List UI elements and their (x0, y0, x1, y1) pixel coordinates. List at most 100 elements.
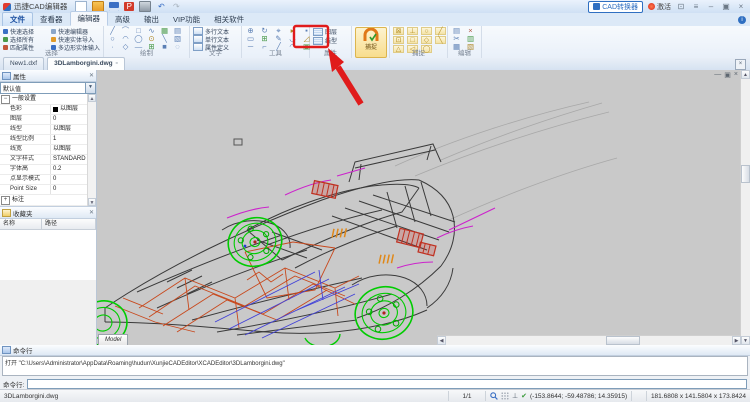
prop-row-color[interactable]: 色彩以图层 (0, 105, 88, 115)
menu-icon[interactable]: ≡ (691, 1, 701, 12)
polygon-entity-input-icon (51, 45, 56, 50)
doc-tab-close-icon[interactable]: ▫ (116, 59, 118, 69)
selection-grip[interactable] (234, 139, 242, 145)
doc-tab-new1[interactable]: New1.dxf (3, 57, 44, 70)
prop-row-textstyle[interactable]: 文字样式STANDARD (0, 155, 88, 165)
snap-toggle-button[interactable]: 捕捉 (355, 27, 387, 58)
preset-dropdown[interactable]: 默认值 ▼ (0, 82, 96, 94)
tab-viewer[interactable]: 查看器 (33, 13, 70, 26)
grid-toggle-icon[interactable] (501, 392, 509, 400)
scroll-down-icon[interactable]: ▼ (741, 336, 750, 345)
command-log-line: 打开 "C:\Users\Administrator\AppData\Roami… (5, 358, 745, 367)
vertical-scroll-thumb[interactable] (741, 165, 750, 183)
mdi-close-icon[interactable]: × (734, 71, 738, 79)
undo-icon[interactable]: ↶ (156, 2, 166, 11)
favorites-panel-header: 收藏夹 ✕ (0, 207, 96, 219)
prop-row-layer[interactable]: 图层0 (0, 115, 88, 125)
prop-row-pointsize[interactable]: Point Size0 (0, 185, 88, 195)
snap-status-icon[interactable]: ✔ (521, 392, 527, 400)
favorites-col-path[interactable]: 路径 (42, 219, 96, 229)
prop-label: 线型 (0, 125, 50, 134)
properties-panel-close-icon[interactable]: ✕ (89, 72, 94, 79)
select-all-button[interactable]: 选择所有 (3, 35, 49, 43)
close-button[interactable]: × (736, 1, 746, 12)
preset-dropdown-arrow-icon[interactable]: ▼ (85, 83, 95, 93)
app-logo-icon (3, 3, 11, 11)
cad-converter-button[interactable]: CAD转换器 (588, 1, 643, 13)
scroll-up-icon[interactable]: ▲ (88, 94, 96, 102)
scroll-up-icon[interactable]: ▲ (741, 70, 750, 79)
drawing-canvas[interactable]: — ▣ × ▲ ▼ ◀ ▶ Model (97, 70, 750, 345)
quick-editor-button[interactable]: 快速编辑器 (51, 27, 109, 35)
minimize-button[interactable]: – (706, 1, 716, 12)
snap-tangent-icon[interactable]: ╱ (435, 27, 446, 35)
snap-endpoint-icon[interactable]: ⊠ (393, 27, 404, 35)
snap-perpendicular-icon[interactable]: ⊥ (407, 27, 418, 35)
prop-label: 色彩 (0, 105, 50, 114)
tab-bar-close-icon[interactable]: × (735, 59, 746, 70)
favorites-list[interactable] (0, 230, 96, 280)
collapse-icon[interactable]: − (1, 95, 10, 104)
favorites-panel-close-icon[interactable]: ✕ (89, 209, 94, 216)
tab-editor[interactable]: 编辑器 (70, 11, 109, 26)
quick-entity-import-button[interactable]: 快速实体导入 (51, 35, 109, 43)
category-general-label: 一般设置 (12, 94, 36, 104)
print-icon[interactable] (139, 1, 151, 12)
ortho-toggle-icon[interactable]: ⊥ (512, 392, 518, 400)
snap-quadrant-icon[interactable]: ◇ (421, 36, 432, 44)
scroll-right-icon[interactable]: ▶ (732, 336, 741, 345)
model-space-tab[interactable]: Model (98, 334, 128, 345)
property-grid-scrollbar[interactable]: ▲ ▼ (87, 94, 96, 206)
linetype-button[interactable]: 线型 (313, 36, 348, 45)
save-icon[interactable] (109, 2, 119, 11)
prop-row-lineweight[interactable]: 线宽以图层 (0, 145, 88, 155)
mdi-restore-icon[interactable]: ▣ (724, 71, 731, 79)
redo-icon[interactable]: ↷ (171, 2, 181, 11)
restore-button[interactable]: ▣ (721, 1, 731, 12)
edit-group-label: 编辑 (448, 50, 481, 58)
quick-select-button[interactable]: 快速选择 (3, 27, 49, 35)
tab-related[interactable]: 相关软件 (207, 13, 251, 26)
horizontal-scroll-thumb[interactable] (606, 336, 640, 345)
zoom-icon[interactable] (490, 392, 498, 400)
ribbon-group-select: 快速选择 快速编辑器 选择所有 快速实体导入 匹配属性 多边形实体输入 选择 (0, 26, 104, 58)
prop-row-textheight[interactable]: 字体高0.2 (0, 165, 88, 175)
scroll-left-icon[interactable]: ◀ (437, 336, 446, 345)
snap-nearest-icon[interactable]: ╲ (435, 36, 446, 44)
activate-button[interactable]: 激活 (648, 2, 671, 12)
properties-panel-title: 属性 (13, 71, 26, 81)
category-annotation[interactable]: + 标注 (0, 195, 88, 206)
scroll-down-icon[interactable]: ▼ (88, 198, 96, 206)
layer-button[interactable]: 图层 (313, 27, 348, 36)
favorites-panel-title: 收藏夹 (13, 208, 33, 218)
mdi-minimize-icon[interactable]: — (714, 71, 721, 79)
doc-tab-lamborgini[interactable]: 3DLamborgini.dwg ▫ (47, 57, 125, 70)
tab-output[interactable]: 输出 (137, 13, 166, 26)
prop-value-text: 0 (53, 115, 56, 124)
prop-value[interactable]: 以图层 (50, 105, 88, 114)
prop-label: 文字样式 (0, 155, 50, 164)
prop-row-ltscale[interactable]: 线型比例1 (0, 135, 88, 145)
select-all-icon (3, 37, 8, 42)
snap-center-icon[interactable]: ○ (421, 27, 432, 35)
prop-row-linetype[interactable]: 线型以图层 (0, 125, 88, 135)
command-input[interactable] (27, 379, 747, 389)
pdf-export-icon[interactable]: P (124, 2, 134, 11)
activate-label: 激活 (657, 2, 671, 12)
command-log[interactable]: 打开 "C:\Users\Administrator\AppData\Roami… (2, 356, 748, 376)
help-icon[interactable]: i (738, 16, 746, 24)
snap-midpoint-icon[interactable]: ⊡ (393, 36, 404, 44)
horizontal-scrollbar[interactable]: ◀ ▶ (437, 335, 741, 345)
feedback-icon[interactable]: ⊡ (676, 1, 686, 12)
tab-file[interactable]: 文件 (2, 12, 33, 26)
vertical-scrollbar[interactable]: ▲ ▼ (740, 70, 750, 345)
prop-row-pointmode[interactable]: 点显示模式0 (0, 175, 88, 185)
mdi-window-controls: — ▣ × (714, 71, 738, 79)
snap-node-icon[interactable]: □ (407, 36, 418, 44)
favorites-col-name[interactable]: 名称 (0, 219, 42, 229)
category-general[interactable]: − 一般设置 (0, 94, 88, 105)
expand-icon[interactable]: + (1, 196, 10, 205)
ribbon-group-tools: ⊕ ↻ ⌖ ▸ ▪ ▭ ⊞ ✎ ◡ ◿ ─ ⌐ ╱ ◠ ▣ 工具 (242, 26, 310, 58)
tab-advanced[interactable]: 高级 (108, 13, 137, 26)
tab-vip[interactable]: VIP功能 (166, 13, 207, 26)
